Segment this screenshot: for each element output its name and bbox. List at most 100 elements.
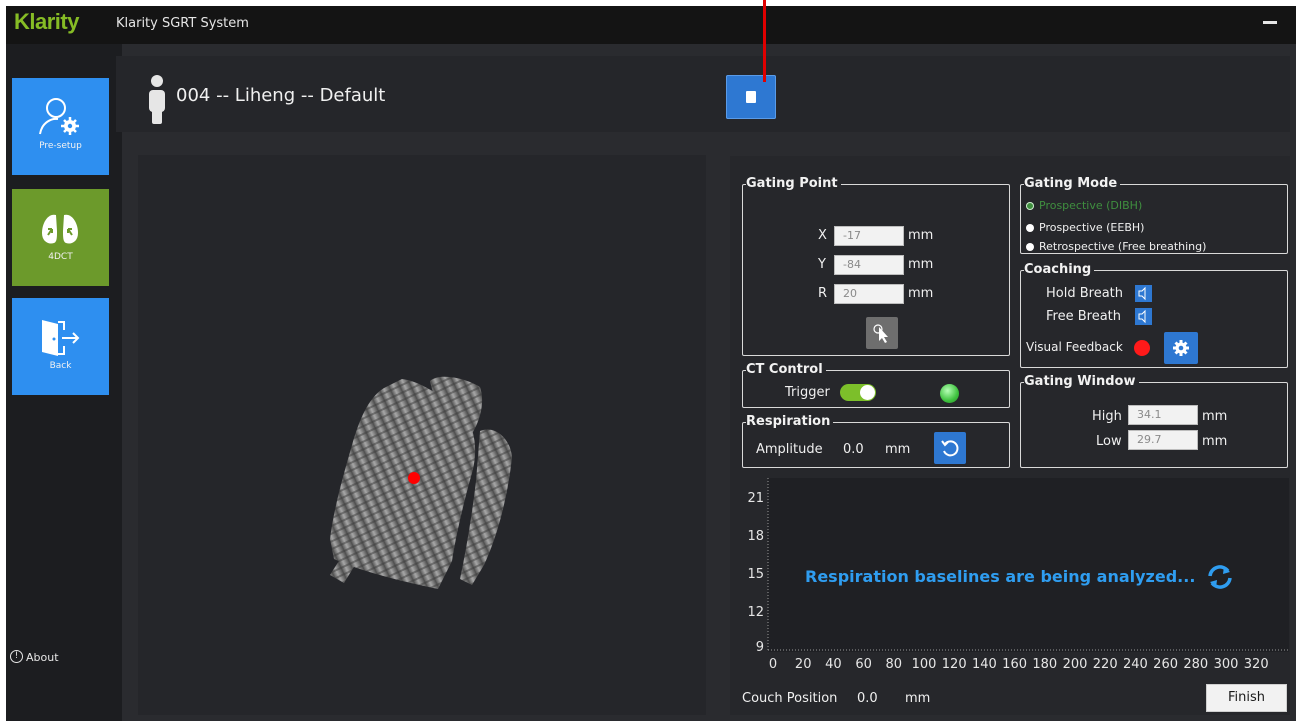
x-tick-label: 0 <box>769 657 777 672</box>
ct-control-group: CT Control <box>742 362 1010 408</box>
option-retrospective[interactable]: Retrospective (Free breathing) <box>1039 240 1206 253</box>
free-breath-label: Free Breath <box>1046 309 1121 324</box>
respiration-title: Respiration <box>746 414 834 430</box>
x-tick-label: 100 <box>912 657 937 672</box>
analysis-status-message: Respiration baselines are being analyzed… <box>805 567 1196 586</box>
sidebar-item-4dct[interactable]: 4DCT <box>12 189 109 286</box>
low-field[interactable]: 29.7 <box>1128 430 1198 450</box>
high-unit: mm <box>1202 409 1228 424</box>
sidebar: Pre-setup 4DCT Back <box>6 44 122 721</box>
pick-point-button[interactable] <box>866 317 898 349</box>
sidebar-item-label: 4DCT <box>48 252 73 262</box>
hold-breath-label: Hold Breath <box>1046 286 1124 301</box>
y-unit: mm <box>908 257 934 272</box>
sidebar-item-back[interactable]: Back <box>12 298 109 395</box>
sidebar-item-label: Pre-setup <box>39 141 82 151</box>
amplitude-value: 0.0 <box>843 442 864 457</box>
gating-window-group: Gating Window <box>1020 374 1288 468</box>
about-link[interactable]: About <box>26 651 59 664</box>
x-field[interactable]: -17 <box>834 226 904 246</box>
radio-prospective-dibh[interactable] <box>1026 202 1034 210</box>
trigger-label: Trigger <box>785 385 830 400</box>
radio-retrospective[interactable] <box>1026 243 1034 251</box>
low-label: Low <box>1096 434 1122 449</box>
minimize-icon[interactable] <box>1263 21 1277 24</box>
radio-prospective-eebh[interactable] <box>1026 224 1034 232</box>
ct-control-title: CT Control <box>746 362 826 378</box>
finish-button[interactable]: Finish <box>1206 684 1287 712</box>
y-tick-label: 15 <box>747 567 764 582</box>
x-unit: mm <box>908 228 934 243</box>
stop-button[interactable] <box>726 75 776 119</box>
stop-icon <box>746 91 756 103</box>
couch-position-value: 0.0 <box>857 691 878 706</box>
exit-door-icon <box>42 320 80 356</box>
x-tick-label: 60 <box>855 657 872 672</box>
y-tick-label: 18 <box>747 529 764 544</box>
r-unit: mm <box>908 286 934 301</box>
couch-position-unit: mm <box>905 691 931 706</box>
cursor-pick-icon <box>873 324 888 343</box>
gating-window-title: Gating Window <box>1024 374 1139 390</box>
refresh-icon <box>1208 565 1232 589</box>
info-icon[interactable]: ! <box>10 650 23 663</box>
reset-icon <box>941 440 959 457</box>
app-title: Klarity SGRT System <box>116 16 249 31</box>
option-prospective-eebh[interactable]: Prospective (EEBH) <box>1039 221 1144 234</box>
x-tick-label: 180 <box>1032 657 1057 672</box>
x-tick-label: 280 <box>1183 657 1208 672</box>
x-tick-labels: 0 20 40 60 80 100 120 140 160 180 200 220 240 260 280 3… <box>769 657 1269 672</box>
feedback-settings-button[interactable] <box>1164 332 1198 364</box>
y-tick-label: 9 <box>756 640 764 655</box>
low-unit: mm <box>1202 434 1228 449</box>
y-tick-label: 21 <box>747 491 764 506</box>
hold-breath-speaker-icon[interactable] <box>1135 285 1152 302</box>
x-tick-label: 140 <box>972 657 997 672</box>
r-label: R <box>818 286 828 301</box>
y-label: Y <box>818 257 826 272</box>
r-field[interactable]: 20 <box>834 284 904 304</box>
y-tick-labels: 21 18 15 12 9 <box>747 491 764 655</box>
x-tick-label: 260 <box>1153 657 1178 672</box>
brand-logo: Klarity <box>14 9 79 34</box>
ct-status-indicator <box>940 384 959 403</box>
option-prospective-dibh[interactable]: Prospective (DIBH) <box>1039 199 1142 212</box>
sidebar-item-label: Back <box>49 361 72 371</box>
x-tick-label: 160 <box>1002 657 1027 672</box>
x-tick-label: 240 <box>1123 657 1148 672</box>
lungs-icon <box>42 214 78 244</box>
gear-icon <box>1173 340 1189 356</box>
amplitude-label: Amplitude <box>756 442 823 457</box>
x-tick-label: 120 <box>942 657 967 672</box>
free-breath-speaker-icon[interactable] <box>1135 308 1152 325</box>
user-gear-icon <box>39 98 79 135</box>
surface-3d-viewport[interactable] <box>138 155 706 715</box>
x-tick-label: 320 <box>1244 657 1269 672</box>
annotation-marker <box>763 0 766 82</box>
x-tick-label: 300 <box>1214 657 1239 672</box>
couch-position-label: Couch Position <box>742 691 838 706</box>
x-label: X <box>818 228 827 243</box>
x-tick-label: 40 <box>825 657 842 672</box>
reset-amplitude-button[interactable] <box>934 432 966 464</box>
visual-feedback-indicator <box>1134 340 1150 356</box>
x-tick-label: 80 <box>886 657 903 672</box>
y-tick-label: 12 <box>747 605 764 620</box>
high-field[interactable]: 34.1 <box>1128 405 1198 425</box>
x-tick-label: 220 <box>1093 657 1118 672</box>
high-label: High <box>1092 409 1122 424</box>
body-surface-render <box>330 376 512 589</box>
y-field[interactable]: -84 <box>834 255 904 275</box>
title-bar: Klarity Klarity SGRT System <box>6 6 1296 44</box>
gating-mode-title: Gating Mode <box>1024 176 1121 192</box>
sidebar-item-pre-setup[interactable]: Pre-setup <box>12 78 109 175</box>
x-tick-label: 20 <box>795 657 812 672</box>
visual-feedback-label: Visual Feedback <box>1026 340 1123 354</box>
x-tick-label: 200 <box>1063 657 1088 672</box>
coaching-title: Coaching <box>1024 262 1095 278</box>
amplitude-unit: mm <box>885 442 911 457</box>
gating-point-marker <box>408 472 420 484</box>
patient-name: 004 -- Liheng -- Default <box>176 85 386 106</box>
gating-point-title: Gating Point <box>746 176 841 192</box>
trigger-toggle[interactable] <box>840 384 876 401</box>
